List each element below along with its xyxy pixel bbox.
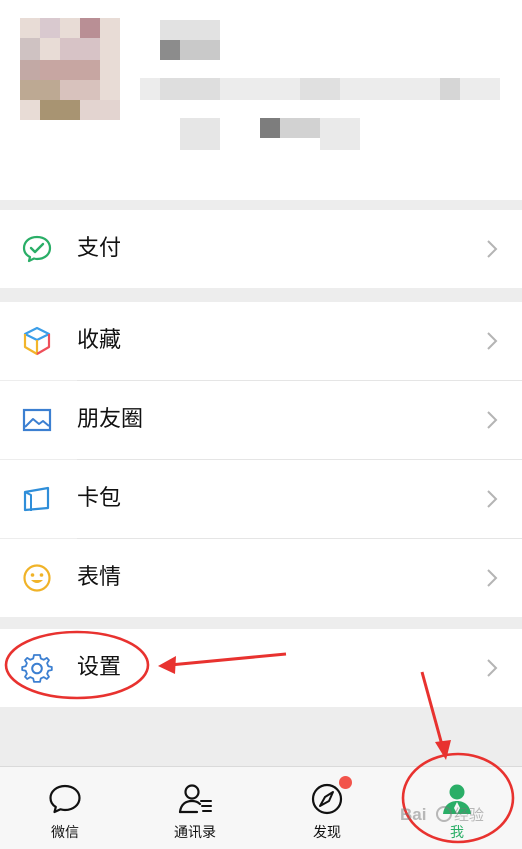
tab-chats[interactable]: 微信 — [0, 767, 130, 849]
menu-item-label: 收藏 — [77, 328, 122, 353]
menu-item-stickers[interactable]: 表情 — [0, 539, 522, 617]
tab-contacts[interactable]: 通讯录 — [130, 767, 260, 849]
gear-icon — [21, 654, 53, 683]
tab-label: 微信 — [51, 825, 79, 841]
chat-bubble-icon — [49, 784, 81, 814]
menu-item-label: 表情 — [77, 565, 122, 590]
menu-item-label: 朋友圈 — [77, 407, 144, 432]
menu-item-label: 支付 — [77, 236, 122, 261]
chevron-right-icon — [487, 411, 498, 429]
chevron-right-icon — [487, 569, 498, 587]
wechat-id-blurred — [140, 78, 500, 100]
watermark-logo: Bai 经验 — [400, 805, 484, 824]
svg-text:Bai: Bai — [400, 805, 426, 824]
card-wallet-icon — [23, 486, 50, 512]
chevron-right-icon — [487, 240, 498, 258]
smiley-icon — [23, 564, 51, 592]
chevron-right-icon — [487, 659, 498, 677]
menu-item-pay[interactable]: 支付 — [0, 210, 522, 288]
menu-item-favorites[interactable]: 收藏 — [0, 302, 522, 380]
status-blurred — [160, 118, 360, 150]
profile-header[interactable] — [0, 0, 522, 200]
tab-discover[interactable]: 发现 — [262, 767, 392, 849]
menu-item-label: 设置 — [77, 655, 122, 680]
nickname-blurred — [160, 20, 220, 62]
avatar[interactable] — [20, 18, 120, 120]
notification-dot — [339, 776, 352, 789]
menu-item-label: 卡包 — [77, 486, 122, 511]
favorites-cube-icon — [23, 326, 51, 356]
tab-label: 发现 — [313, 825, 341, 841]
moments-album-icon — [22, 408, 52, 432]
menu-item-card-pack[interactable]: 卡包 — [0, 460, 522, 538]
contacts-icon — [178, 784, 212, 814]
menu-item-moments[interactable]: 朋友圈 — [0, 381, 522, 459]
tab-label: 通讯录 — [174, 825, 216, 841]
chevron-right-icon — [487, 332, 498, 350]
menu-item-settings[interactable]: 设置 — [0, 629, 522, 707]
wechat-pay-icon — [22, 235, 52, 263]
svg-text:经验: 经验 — [454, 806, 484, 824]
chevron-right-icon — [487, 490, 498, 508]
